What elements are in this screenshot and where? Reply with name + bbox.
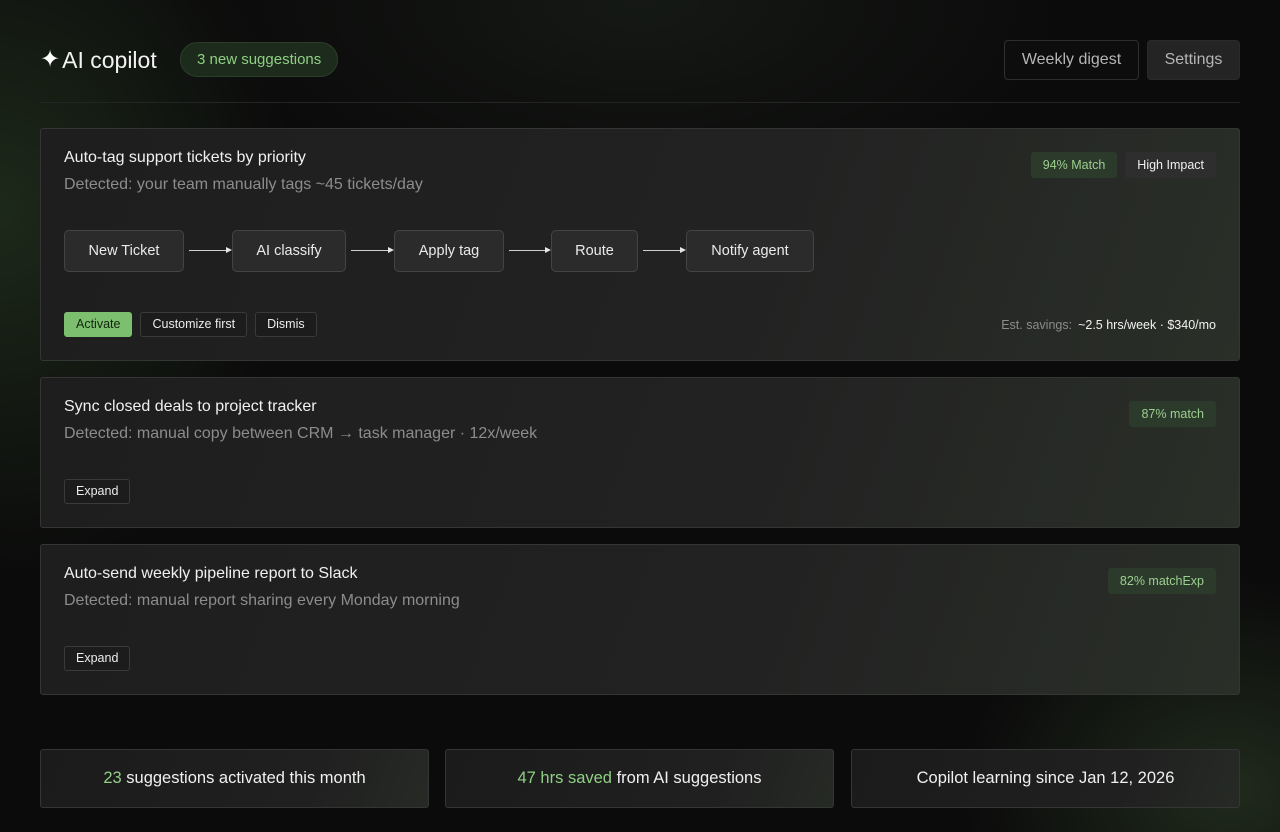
estimated-savings: Est. savings: ~2.5 hrs/week · $340/mo <box>1001 318 1216 332</box>
page-header: ✦ AI copilot 3 new suggestions Weekly di… <box>40 40 1240 80</box>
suggestion-tags: 94% Match High Impact <box>1030 152 1216 178</box>
stat-learning-since: Copilot learning since Jan 12, 2026 <box>851 749 1240 808</box>
match-badge: 94% Match <box>1030 152 1118 178</box>
suggestion-detected: Detected: manual copy between CRM → task… <box>64 425 538 442</box>
stat-activated: 23 suggestions activated this month <box>40 749 429 808</box>
flow-arrow <box>351 247 394 253</box>
new-suggestions-badge[interactable]: 3 new suggestions <box>180 42 339 77</box>
suggestion-detected: Detected: manual report sharing every Mo… <box>64 592 460 609</box>
dismiss-button[interactable]: Dismis <box>255 312 317 337</box>
activate-button[interactable]: Activate <box>64 312 133 337</box>
suggestion-tags: 87% match <box>1129 401 1216 427</box>
suggestion-tags: 82% matchExp <box>1107 568 1216 594</box>
suggestion-card-sync-deals: Sync closed deals to project tracker Det… <box>40 377 1240 528</box>
suggestion-actions: Activate Customize first Dismis <box>64 312 317 337</box>
flow-arrow <box>189 247 232 253</box>
impact-badge: High Impact <box>1125 152 1216 178</box>
suggestion-title: Auto-tag support tickets by priority <box>64 149 306 166</box>
flow-arrow <box>509 247 551 253</box>
match-badge: 87% match <box>1129 401 1216 427</box>
expand-button[interactable]: Expand <box>64 479 131 504</box>
suggestion-title: Auto-send weekly pipeline report to Slac… <box>64 565 358 582</box>
flow-step-ai-classify: AI classify <box>232 230 346 272</box>
flow-arrow <box>643 247 686 253</box>
stat-highlight: 23 <box>103 769 122 787</box>
savings-value: ~2.5 hrs/week · $340/mo <box>1078 318 1216 332</box>
flow-step-notify-agent: Notify agent <box>686 230 814 272</box>
expand-button[interactable]: Expand <box>64 646 131 671</box>
settings-button[interactable]: Settings <box>1147 40 1240 80</box>
suggestion-card-auto-tag: Auto-tag support tickets by priority Det… <box>40 128 1240 361</box>
suggestion-title: Sync closed deals to project tracker <box>64 398 317 415</box>
stat-text: from AI suggestions <box>611 769 762 787</box>
customize-first-button[interactable]: Customize first <box>140 312 248 337</box>
suggestion-detected: Detected: your team manually tags ~45 ti… <box>64 176 423 193</box>
flow-step-route: Route <box>551 230 638 272</box>
page-title: AI copilot <box>62 47 157 73</box>
brand: ✦ AI copilot <box>40 44 157 76</box>
match-badge: 82% matchExp <box>1107 568 1216 594</box>
savings-label: Est. savings: <box>1001 318 1073 332</box>
stat-highlight: 47 hrs saved <box>517 769 612 787</box>
sparkle-icon: ✦ <box>40 46 61 73</box>
header-divider <box>40 102 1240 103</box>
stat-hours-saved: 47 hrs saved from AI suggestions <box>445 749 834 808</box>
flow-step-apply-tag: Apply tag <box>394 230 504 272</box>
stat-text: Copilot learning since Jan 12, 2026 <box>916 769 1175 787</box>
flow-step-new-ticket: New Ticket <box>64 230 184 272</box>
suggestion-card-pipeline-report: Auto-send weekly pipeline report to Slac… <box>40 544 1240 695</box>
stat-text: suggestions activated this month <box>121 769 366 787</box>
weekly-digest-button[interactable]: Weekly digest <box>1004 40 1139 80</box>
